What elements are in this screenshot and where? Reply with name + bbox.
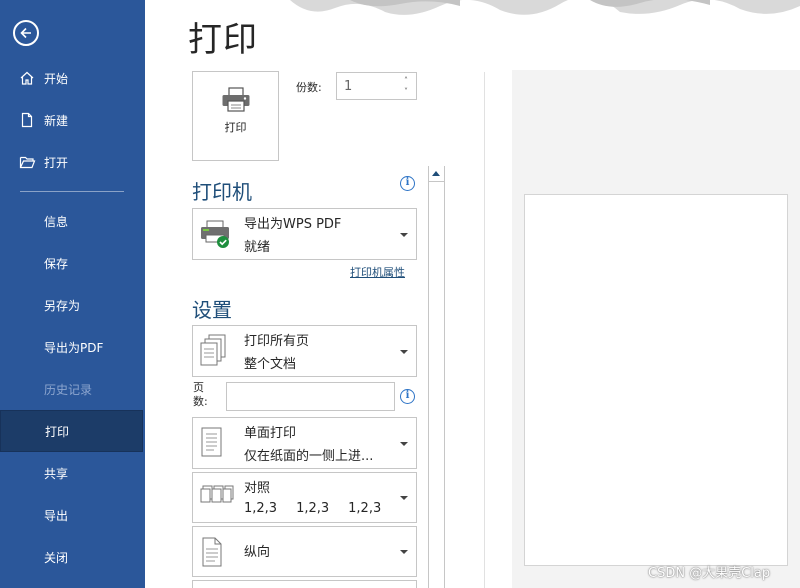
sides-dropdown[interactable]: 单面打印 仅在纸面的一侧上进... [192, 417, 417, 469]
print-range-value: 打印所有页 [244, 334, 310, 349]
preview-divider [484, 72, 485, 588]
collate-seq-3: 1,2,3 [348, 501, 382, 516]
nav-open[interactable]: 打开 [0, 141, 145, 183]
sides-value: 单面打印 [244, 426, 297, 441]
printer-dropdown[interactable]: 导出为WPS PDF 就绪 [192, 208, 417, 260]
header-decoration [290, 0, 800, 22]
settings-heading: 设置 [192, 298, 232, 322]
nav-close-label: 关闭 [44, 550, 69, 565]
single-sided-icon [201, 427, 222, 457]
copies-input[interactable] [337, 73, 395, 99]
orientation-value: 纵向 [244, 545, 271, 560]
home-icon [18, 69, 36, 87]
printer-info-icon[interactable]: i [400, 176, 415, 191]
pages-info-icon[interactable]: i [400, 389, 415, 404]
orientation-dropdown[interactable]: 纵向 [192, 526, 417, 577]
printer-ready-icon [201, 220, 229, 248]
printer-heading: 打印机 [192, 180, 252, 204]
collate-value: 对照 [244, 481, 271, 496]
backstage-sidebar: 开始 新建 打开 信息 保存 另存为 导出为PDF 历史记录 打印 共享 导出 … [0, 0, 145, 588]
nav-open-label: 打开 [44, 155, 69, 170]
nav-info[interactable]: 信息 [0, 200, 145, 242]
collate-sequence: 1,2,3 1,2,3 1,2,3 [244, 501, 381, 516]
printer-status: 就绪 [244, 240, 271, 255]
printer-properties-link[interactable]: 打印机属性 [350, 264, 405, 280]
collate-seq-1: 1,2,3 [244, 501, 278, 516]
page-title: 打印 [188, 20, 258, 60]
preview-page [524, 194, 788, 566]
nav-export[interactable]: 导出 [0, 494, 145, 536]
sides-detail: 仅在纸面的一侧上进... [244, 449, 374, 464]
nav-print[interactable]: 打印 [0, 410, 143, 452]
nav-print-label: 打印 [45, 424, 70, 439]
nav-save-label: 保存 [44, 256, 69, 271]
collate-seq-2: 1,2,3 [296, 501, 330, 516]
new-document-icon [18, 111, 36, 129]
print-button[interactable]: 打印 [192, 71, 279, 161]
chevron-down-icon [400, 233, 408, 237]
chevron-down-icon [400, 496, 408, 500]
nav-history: 历史记录 [0, 368, 145, 410]
all-pages-icon [200, 334, 226, 366]
nav-history-label: 历史记录 [44, 382, 93, 397]
chevron-down-icon [400, 550, 408, 554]
paper-size-dropdown[interactable] [192, 580, 417, 588]
nav-share[interactable]: 共享 [0, 452, 145, 494]
nav-new-label: 新建 [44, 113, 69, 128]
nav-export-pdf-label: 导出为PDF [44, 340, 104, 355]
copies-stepper[interactable]: ˄ ˅ [336, 72, 417, 100]
collate-dropdown[interactable]: 对照 1,2,3 1,2,3 1,2,3 [192, 472, 417, 523]
pages-input[interactable] [226, 382, 395, 411]
chevron-down-icon [400, 442, 408, 446]
back-button[interactable] [13, 20, 39, 46]
print-range-detail: 整个文档 [244, 357, 297, 372]
printer-icon [222, 87, 250, 112]
portrait-icon [202, 537, 222, 567]
nav-info-label: 信息 [44, 214, 69, 229]
print-range-dropdown[interactable]: 打印所有页 整个文档 [192, 325, 417, 377]
settings-scrollbar[interactable] [428, 166, 445, 588]
nav-home-label: 开始 [44, 71, 69, 86]
chevron-down-icon [400, 350, 408, 354]
nav-save-as[interactable]: 另存为 [0, 284, 145, 326]
spin-up-icon[interactable]: ˄ [400, 75, 412, 86]
watermark: CSDN @大果壳Clap [648, 566, 771, 581]
sidebar-divider [20, 191, 124, 192]
open-folder-icon [18, 153, 36, 171]
printer-name: 导出为WPS PDF [244, 217, 342, 232]
pages-label: 页数: [193, 381, 208, 408]
spin-down-icon[interactable]: ˅ [400, 86, 412, 97]
back-arrow-icon [20, 27, 31, 39]
nav-close[interactable]: 关闭 [0, 536, 145, 578]
nav-save-as-label: 另存为 [44, 298, 81, 313]
nav-new[interactable]: 新建 [0, 99, 145, 141]
copies-spin-buttons[interactable]: ˄ ˅ [400, 75, 412, 97]
print-button-label: 打印 [224, 121, 247, 134]
nav-export-label: 导出 [44, 508, 69, 523]
copies-label: 份数: [296, 81, 322, 94]
scroll-up-arrow-icon[interactable] [429, 166, 444, 182]
collate-icon [200, 485, 234, 503]
nav-export-pdf[interactable]: 导出为PDF [0, 326, 145, 368]
nav-home[interactable]: 开始 [0, 57, 145, 99]
nav-save[interactable]: 保存 [0, 242, 145, 284]
nav-share-label: 共享 [44, 466, 69, 481]
